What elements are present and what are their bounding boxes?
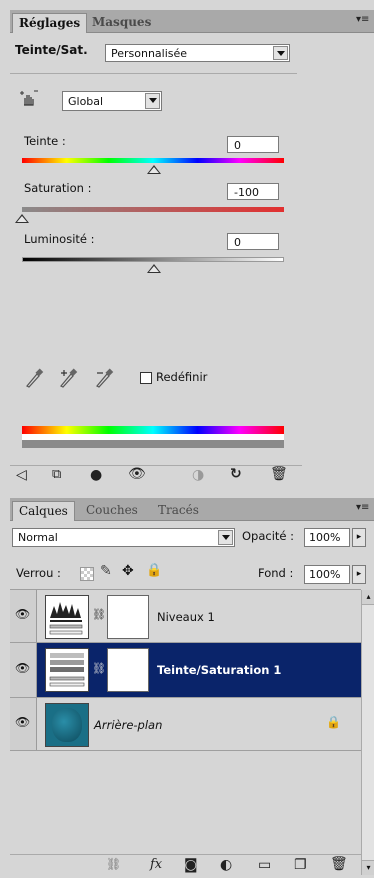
layer-mask-thumbnail[interactable] — [107, 595, 149, 639]
saturation-label: Saturation : — [24, 181, 92, 195]
hand-adjust-icon[interactable] — [19, 89, 39, 109]
layer-row-selected[interactable]: 👁 ⛓ Teinte/Saturation 1 — [10, 643, 361, 697]
trash-icon[interactable]: 🗑 — [270, 466, 288, 482]
adjustments-toolbar: ◁ ⧉ ● 👁 ◑ ↻ 🗑 — [10, 466, 302, 488]
layer-name[interactable]: Arrière-plan — [94, 718, 162, 732]
eye-icon[interactable]: 👁 — [15, 715, 30, 729]
lock-transparency-icon[interactable] — [80, 567, 94, 581]
opacity-input[interactable]: 100% — [304, 528, 350, 547]
tab-couches[interactable]: Couches — [80, 501, 144, 520]
eye-icon[interactable]: 👁 — [15, 607, 30, 621]
blend-mode-value: Normal — [18, 531, 58, 544]
divider — [10, 750, 361, 751]
colorize-label: Redéfinir — [156, 370, 208, 384]
tab-traces[interactable]: Tracés — [152, 501, 205, 520]
fill-label: Fond : — [258, 566, 294, 580]
panel-menu-icon[interactable]: ▾≡ — [356, 503, 369, 513]
fill-slider-button[interactable]: ▸ — [352, 565, 366, 584]
clip-layer-icon[interactable]: ● — [90, 467, 102, 483]
opacity-label: Opacité : — [242, 529, 295, 543]
hue-slider-thumb[interactable] — [147, 165, 161, 174]
layer-name[interactable]: Niveaux 1 — [157, 610, 215, 624]
tab-masques[interactable]: Masques — [86, 13, 157, 32]
chain-link-icon[interactable]: ⛓ — [92, 608, 106, 621]
new-adjustment-icon[interactable]: ◐ — [220, 857, 232, 873]
expand-view-icon[interactable]: ⧉ — [52, 467, 61, 482]
saturation-input[interactable]: -100 — [227, 183, 279, 200]
layer-row[interactable]: 👁 ⛓ Niveaux 1 — [10, 590, 361, 642]
visibility-cell[interactable]: 👁 — [10, 698, 37, 750]
reset-icon[interactable]: ↻ — [230, 466, 242, 482]
lightness-slider-track[interactable] — [22, 257, 284, 262]
divider — [10, 73, 297, 74]
eye-icon[interactable]: 👁 — [15, 661, 30, 675]
visibility-cell[interactable]: 👁 — [10, 643, 37, 697]
layer-row[interactable]: 👁 Arrière-plan 🔒 — [10, 698, 361, 750]
lock-pixels-icon[interactable]: ✎ — [100, 563, 112, 579]
scroll-up-icon[interactable]: ▴ — [362, 590, 374, 605]
chevron-down-icon[interactable] — [218, 530, 233, 545]
lock-all-icon[interactable]: 🔒 — [146, 563, 162, 578]
opacity-slider-button[interactable]: ▸ — [352, 528, 366, 547]
blend-mode-select[interactable]: Normal — [12, 528, 235, 547]
fx-icon[interactable]: fx — [150, 857, 162, 872]
range-select[interactable]: Global — [62, 91, 162, 111]
new-group-icon[interactable]: ▭ — [258, 857, 271, 873]
add-mask-icon[interactable]: ◙ — [184, 857, 198, 873]
eyedropper-minus-icon[interactable] — [94, 366, 116, 388]
layer-mask-thumbnail[interactable] — [107, 648, 149, 692]
hue-input[interactable]: 0 — [227, 136, 279, 153]
source-color-bar — [22, 426, 284, 434]
layers-scrollbar[interactable]: ▴ ▾ — [361, 590, 374, 875]
hue-slider-track[interactable] — [22, 158, 284, 163]
panel-menu-icon[interactable]: ▾≡ — [356, 15, 369, 25]
link-layers-icon[interactable]: ⛓ — [106, 857, 121, 871]
scroll-down-icon[interactable]: ▾ — [362, 860, 374, 875]
hue-saturation-adjustment-icon — [45, 648, 89, 692]
adjustment-title: Teinte/Sat. — [15, 43, 88, 57]
chevron-down-icon[interactable] — [145, 93, 160, 109]
layers-toolbar: ⛓ fx ◙ ◐ ▭ ❐ 🗑 — [10, 854, 361, 878]
background-layer-thumbnail — [45, 703, 89, 747]
levels-adjustment-icon — [45, 595, 89, 639]
tab-calques[interactable]: Calques — [12, 501, 75, 521]
trash-icon[interactable]: 🗑 — [330, 856, 348, 872]
view-previous-icon[interactable]: ◑ — [192, 467, 204, 483]
chevron-down-icon[interactable] — [273, 46, 288, 60]
lock-label: Verrou : — [16, 566, 61, 580]
lock-position-icon[interactable]: ✥ — [122, 563, 134, 579]
adjustments-panel: Teinte/Sat. Personnalisée Global Teinte … — [10, 33, 374, 488]
hue-label: Teinte : — [24, 134, 66, 148]
chain-link-icon[interactable]: ⛓ — [92, 662, 106, 675]
preset-value: Personnalisée — [111, 47, 188, 60]
visibility-cell[interactable]: 👁 — [10, 590, 37, 642]
eyedropper-icon[interactable] — [24, 366, 44, 388]
eye-icon[interactable]: 👁 — [128, 466, 146, 482]
new-layer-icon[interactable]: ❐ — [294, 857, 307, 873]
eyedropper-plus-icon[interactable] — [58, 366, 80, 388]
range-value: Global — [68, 95, 104, 108]
fill-input[interactable]: 100% — [304, 565, 350, 584]
result-color-bar — [22, 440, 284, 448]
lightness-label: Luminosité : — [24, 232, 95, 246]
saturation-slider-track[interactable] — [22, 207, 284, 212]
lock-icon: 🔒 — [326, 715, 341, 729]
preset-select[interactable]: Personnalisée — [105, 44, 290, 62]
layers-tab-bar: Calques Couches Tracés ▾≡ — [10, 498, 374, 521]
layer-name[interactable]: Teinte/Saturation 1 — [157, 663, 281, 677]
lightness-input[interactable]: 0 — [227, 233, 279, 250]
back-arrow-icon[interactable]: ◁ — [16, 467, 27, 483]
tab-reglages[interactable]: Réglages — [12, 13, 88, 33]
colorize-checkbox[interactable] — [140, 372, 152, 384]
lightness-slider-thumb[interactable] — [147, 264, 161, 273]
saturation-slider-thumb[interactable] — [15, 214, 29, 223]
adjustments-tab-bar: Réglages Masques ▾≡ — [10, 10, 374, 33]
